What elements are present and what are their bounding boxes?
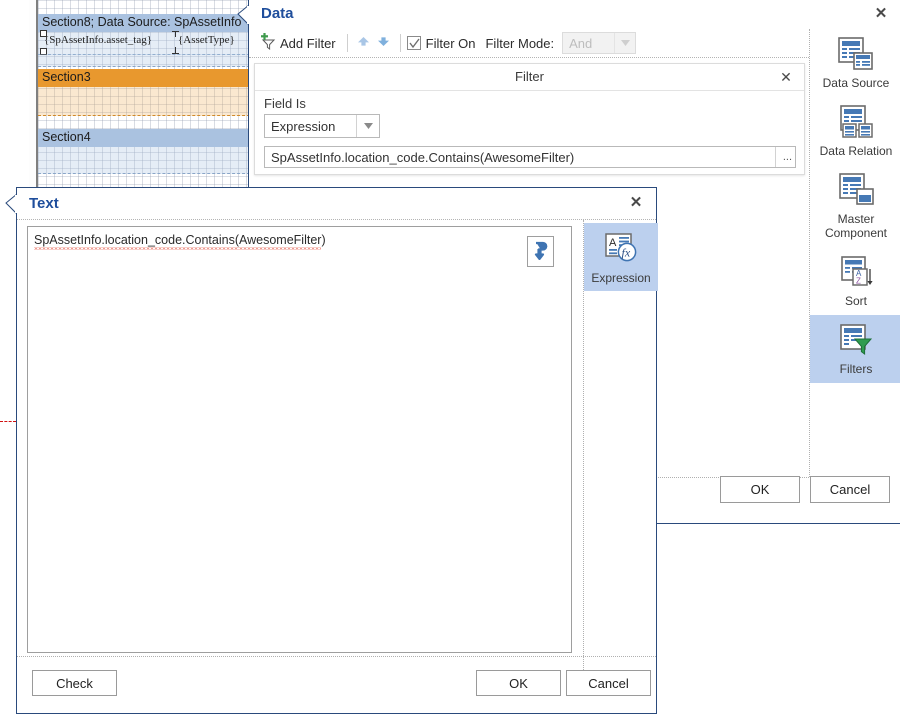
text-dialog-notch xyxy=(4,194,17,216)
filter-expression-value: SpAssetInfo.location_code.Contains(Aweso… xyxy=(271,149,575,165)
text-dialog-ok-button[interactable]: OK xyxy=(476,670,561,696)
filter-card-close-icon[interactable]: ✕ xyxy=(776,64,796,90)
data-dialog-close-icon[interactable]: ✕ xyxy=(869,0,893,29)
rail-item-sort[interactable]: A Z Sort xyxy=(810,247,900,315)
selection-handle-tl[interactable] xyxy=(40,30,47,37)
filter-mode-select[interactable]: And xyxy=(562,32,637,54)
move-filter-down-button[interactable] xyxy=(374,33,394,53)
rail-item-data-relation[interactable]: Data Relation xyxy=(810,97,900,165)
designer-section-spacer-0 xyxy=(38,54,250,67)
filter-card-header: Filter ✕ xyxy=(255,64,804,91)
data-dialog-title: Data xyxy=(261,5,294,22)
data-dialog-notch xyxy=(236,5,249,27)
designer-field-asset-type[interactable]: {AssetType} xyxy=(178,34,235,46)
designer-section-header-2[interactable]: Section4 xyxy=(38,129,250,147)
text-dialog-footer: Check OK Cancel xyxy=(17,656,656,713)
text-dialog-close-icon[interactable]: ✕ xyxy=(624,188,648,218)
move-filter-up-button[interactable] xyxy=(354,33,374,53)
data-dialog-cancel-button[interactable]: Cancel xyxy=(810,476,890,503)
add-filter-button[interactable]: Add Filter xyxy=(255,32,341,54)
text-dialog-cancel-button[interactable]: Cancel xyxy=(566,670,651,696)
field-is-label: Field Is xyxy=(264,96,306,111)
add-filter-label: Add Filter xyxy=(280,35,336,51)
rail-item-filters[interactable]: Filters xyxy=(810,315,900,383)
field-is-value: Expression xyxy=(271,118,336,134)
rail-item-expression[interactable]: A fx Expression xyxy=(584,223,658,291)
expression-textarea[interactable]: SpAssetInfo.location_code.Contains(Aweso… xyxy=(27,226,572,653)
rail-label-filters: Filters xyxy=(839,362,873,376)
data-dialog-ok-button[interactable]: OK xyxy=(720,476,800,503)
data-relation-icon xyxy=(810,103,900,141)
designer-section-header-0[interactable]: Section8; Data Source: SpAssetInfo xyxy=(38,14,250,32)
data-toolbar: Add Filter Filter On Filter Mode: And xyxy=(249,29,809,58)
text-dialog-category-rail: A fx Expression xyxy=(584,223,658,291)
rail-item-master-component[interactable]: Master Component xyxy=(810,165,900,247)
designer-page-break-marker xyxy=(0,421,16,422)
text-dialog-title: Text xyxy=(29,195,59,212)
rail-label-sort: Sort xyxy=(844,294,867,308)
rail-label-data-relation: Data Relation xyxy=(819,144,893,158)
chevron-down-icon xyxy=(356,115,379,137)
filter-expression-input[interactable]: SpAssetInfo.location_code.Contains(Aweso… xyxy=(264,146,796,168)
toolbar-separator-2 xyxy=(399,34,401,52)
filter-card[interactable]: Filter ✕ Field Is Expression SpAssetInfo… xyxy=(254,63,805,175)
rail-label-expression: Expression xyxy=(591,271,651,285)
filter-list: Filter ✕ Field Is Expression SpAssetInfo… xyxy=(254,63,805,178)
filter-mode-value: And xyxy=(569,35,593,51)
arrow-up-icon xyxy=(356,34,371,52)
filter-on-checkbox[interactable]: Filter On xyxy=(406,35,476,51)
expression-text-content: SpAssetInfo.location_code.Contains(Aweso… xyxy=(34,233,326,247)
expression-text-part1: SpAssetInfo.location_code.Contains( xyxy=(34,233,239,252)
rail-label-data-source: Data Source xyxy=(822,76,890,90)
data-source-icon xyxy=(810,35,900,73)
arrow-down-icon xyxy=(376,34,391,52)
designer-field-asset-tag[interactable]: {SpAssetInfo.asset_tag} xyxy=(44,34,152,46)
toolbar-separator-1 xyxy=(346,34,348,52)
filters-icon xyxy=(810,321,900,359)
filter-on-checkbox-box xyxy=(406,36,421,50)
field-marker-top xyxy=(172,31,179,37)
rail-label-master-component: Master Component xyxy=(824,212,888,240)
filter-mode-label: Filter Mode: xyxy=(485,35,555,51)
add-filter-icon xyxy=(260,33,277,53)
master-component-icon xyxy=(810,171,900,209)
insert-newline-arrow-icon xyxy=(532,241,549,263)
text-dialog-body: SpAssetInfo.location_code.Contains(Aweso… xyxy=(17,220,658,713)
text-dialog-titlebar: Text ✕ xyxy=(17,188,656,220)
chevron-down-icon xyxy=(614,33,635,53)
svg-text:Z: Z xyxy=(856,277,861,286)
checkmark-icon xyxy=(409,38,420,49)
svg-text:A: A xyxy=(609,237,617,249)
filter-card-title: Filter xyxy=(515,69,544,84)
check-button[interactable]: Check xyxy=(32,670,117,696)
filter-on-label: Filter On xyxy=(425,35,476,51)
sort-icon: A Z xyxy=(810,253,900,291)
text-dialog[interactable]: Text ✕ SpAssetInfo.location_code.Contain… xyxy=(5,187,658,714)
expression-fx-icon: A fx xyxy=(584,230,658,268)
designer-section-header-1[interactable]: Section3 xyxy=(38,69,250,87)
filter-expression-browse-button[interactable]: ... xyxy=(775,147,795,167)
expression-text-part2: AwesomeFilter xyxy=(239,233,322,252)
designer-grid[interactable]: Section8; Data Source: SpAssetInfo {SpAs… xyxy=(36,0,250,188)
designer-section-body-1[interactable] xyxy=(38,87,250,116)
insert-newline-button[interactable] xyxy=(527,236,554,267)
expression-text-part3: ) xyxy=(321,233,326,247)
svg-text:fx: fx xyxy=(622,246,631,260)
field-is-select[interactable]: Expression xyxy=(264,114,380,138)
designer-section-body-2 xyxy=(38,147,250,174)
rail-item-data-source[interactable]: Data Source xyxy=(810,29,900,97)
data-dialog-titlebar: Data ✕ xyxy=(249,0,900,29)
